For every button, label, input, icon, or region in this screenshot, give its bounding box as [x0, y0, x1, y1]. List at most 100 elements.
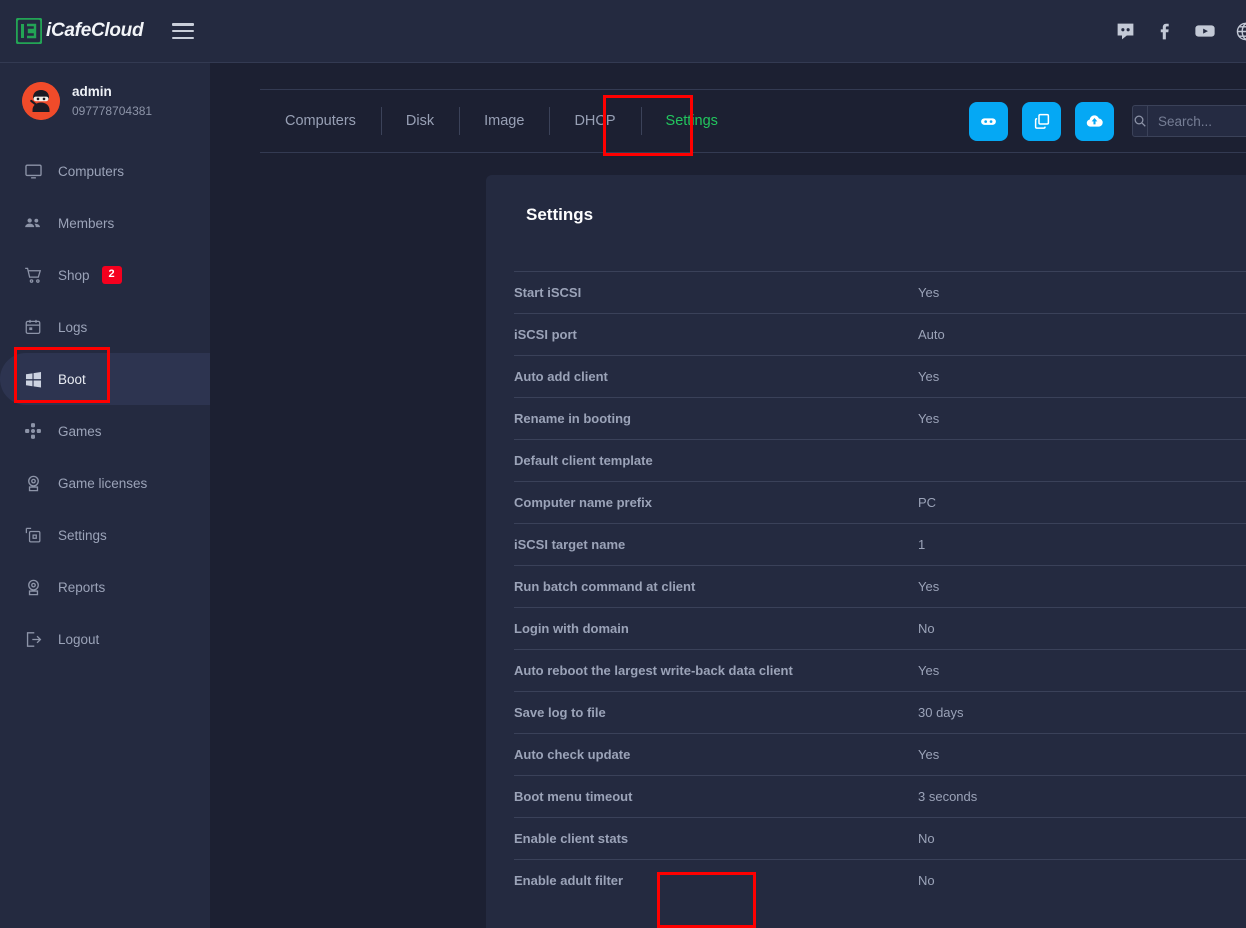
globe-icon[interactable] — [1234, 20, 1246, 42]
shop-badge: 2 — [102, 266, 122, 284]
setting-key: Save log to file — [514, 692, 918, 734]
sidebar-item-game-licenses[interactable]: Game licenses — [0, 457, 210, 509]
sidebar-item-shop[interactable]: Shop 2 — [0, 249, 210, 301]
table-row[interactable]: Auto reboot the largest write-back data … — [514, 650, 1246, 692]
user-id: 097778704381 — [72, 103, 152, 119]
tab-label: DHCP — [574, 113, 615, 129]
search-box[interactable] — [1132, 105, 1246, 137]
table-row[interactable]: Auto add client Yes — [514, 356, 1246, 398]
tab-computers[interactable]: Computers — [260, 90, 381, 152]
brand-name: iCafeCloud — [46, 20, 143, 42]
setting-value: Yes — [918, 566, 1246, 608]
setting-key: Default client template — [514, 440, 918, 482]
sidebar-item-settings[interactable]: Settings — [0, 509, 210, 561]
table-row[interactable]: Boot menu timeout 3 seconds — [514, 776, 1246, 818]
tab-label: Settings — [666, 113, 718, 129]
tab-label: Image — [484, 113, 524, 129]
setting-key: Rename in booting — [514, 398, 918, 440]
table-row[interactable]: Login with domain No — [514, 608, 1246, 650]
sidebar: iCafeCloud admin 097778704381 — [0, 0, 210, 928]
tab-section: Computers Disk Image DHCP Settings — [210, 63, 1246, 153]
sidebar-item-label: Games — [58, 424, 102, 439]
tab-image[interactable]: Image — [459, 90, 549, 152]
page-title: Settings — [514, 205, 1246, 225]
setting-key: iSCSI target name — [514, 524, 918, 566]
facebook-icon[interactable] — [1154, 20, 1176, 42]
setting-value: PC — [918, 482, 1246, 524]
table-row[interactable]: iSCSI port Auto — [514, 314, 1246, 356]
sidebar-item-logs[interactable]: Logs — [0, 301, 210, 353]
search-input[interactable] — [1148, 106, 1246, 136]
table-row[interactable]: Computer name prefix PC — [514, 482, 1246, 524]
people-icon — [22, 212, 44, 234]
user-name: admin — [72, 83, 152, 101]
toolbar — [969, 90, 1246, 152]
setting-key: Run batch command at client — [514, 566, 918, 608]
sidebar-logo-bar: iCafeCloud — [0, 0, 210, 63]
setting-key: Auto check update — [514, 734, 918, 776]
sidebar-item-label: Settings — [58, 528, 107, 543]
settings-table: Start iSCSI Yes iSCSI port Auto Auto add… — [514, 271, 1246, 901]
table-row[interactable]: Start iSCSI Yes — [514, 272, 1246, 314]
discord-icon[interactable] — [1114, 20, 1136, 42]
tab-dhcp[interactable]: DHCP — [549, 90, 640, 152]
setting-key: Login with domain — [514, 608, 918, 650]
tab-bar: Computers Disk Image DHCP Settings — [260, 89, 1246, 153]
sidebar-nav: Computers Members Shop — [0, 145, 210, 665]
sidebar-item-members[interactable]: Members — [0, 197, 210, 249]
sidebar-item-label: Computers — [58, 164, 124, 179]
setting-key: Auto add client — [514, 356, 918, 398]
shopping-cart-icon — [22, 264, 44, 286]
app-root: iCafeCloud admin 097778704381 — [0, 0, 1246, 928]
setting-key: Start iSCSI — [514, 272, 918, 314]
table-row[interactable]: Run batch command at client Yes — [514, 566, 1246, 608]
setting-key: Auto reboot the largest write-back data … — [514, 650, 918, 692]
sidebar-item-games[interactable]: Games — [0, 405, 210, 457]
sidebar-item-label: Shop — [58, 268, 90, 283]
setting-value: Yes — [918, 272, 1246, 314]
sidebar-item-computers[interactable]: Computers — [0, 145, 210, 197]
setting-value: 30 days — [918, 692, 1246, 734]
sidebar-item-reports[interactable]: Reports — [0, 561, 210, 613]
games-button[interactable] — [969, 102, 1008, 141]
setting-value: Yes — [918, 650, 1246, 692]
setting-value — [918, 440, 1246, 482]
setting-value: Yes — [918, 398, 1246, 440]
table-row[interactable]: Default client template — [514, 440, 1246, 482]
table-row[interactable]: Save log to file 30 days — [514, 692, 1246, 734]
sidebar-item-label: Members — [58, 216, 114, 231]
tab-disk[interactable]: Disk — [381, 90, 459, 152]
calendar-icon — [22, 316, 44, 338]
tab-label: Disk — [406, 113, 434, 129]
setting-value: Yes — [918, 734, 1246, 776]
license-badge-icon — [22, 472, 44, 494]
table-row[interactable]: Rename in booting Yes — [514, 398, 1246, 440]
youtube-icon[interactable] — [1194, 20, 1216, 42]
table-row[interactable]: Enable client stats No — [514, 818, 1246, 860]
sidebar-item-logout[interactable]: Logout — [0, 613, 210, 665]
setting-value: Auto — [918, 314, 1246, 356]
sidebar-item-label: Reports — [58, 580, 105, 595]
table-row[interactable]: Enable adult filter No — [514, 860, 1246, 902]
clone-button[interactable] — [1022, 102, 1061, 141]
sidebar-item-label: Game licenses — [58, 476, 147, 491]
settings-table-body: Start iSCSI Yes iSCSI port Auto Auto add… — [514, 272, 1246, 902]
search-icon[interactable] — [1133, 106, 1148, 136]
table-row[interactable]: Auto check update Yes — [514, 734, 1246, 776]
tab-spacer — [743, 90, 969, 152]
hamburger-menu-icon[interactable] — [172, 23, 194, 39]
tab-settings[interactable]: Settings — [641, 90, 743, 152]
monitor-icon — [22, 160, 44, 182]
setting-key: Computer name prefix — [514, 482, 918, 524]
gamepad-dpad-icon — [22, 420, 44, 442]
layers-icon — [22, 524, 44, 546]
sidebar-item-boot[interactable]: Boot — [0, 353, 210, 405]
sidebar-item-label: Logs — [58, 320, 87, 335]
setting-key: Enable adult filter — [514, 860, 918, 902]
setting-value: No — [918, 860, 1246, 902]
sidebar-user-block[interactable]: admin 097778704381 — [0, 63, 210, 139]
setting-value: Yes — [918, 356, 1246, 398]
setting-key: Enable client stats — [514, 818, 918, 860]
table-row[interactable]: iSCSI target name 1 — [514, 524, 1246, 566]
cloud-upload-button[interactable] — [1075, 102, 1114, 141]
